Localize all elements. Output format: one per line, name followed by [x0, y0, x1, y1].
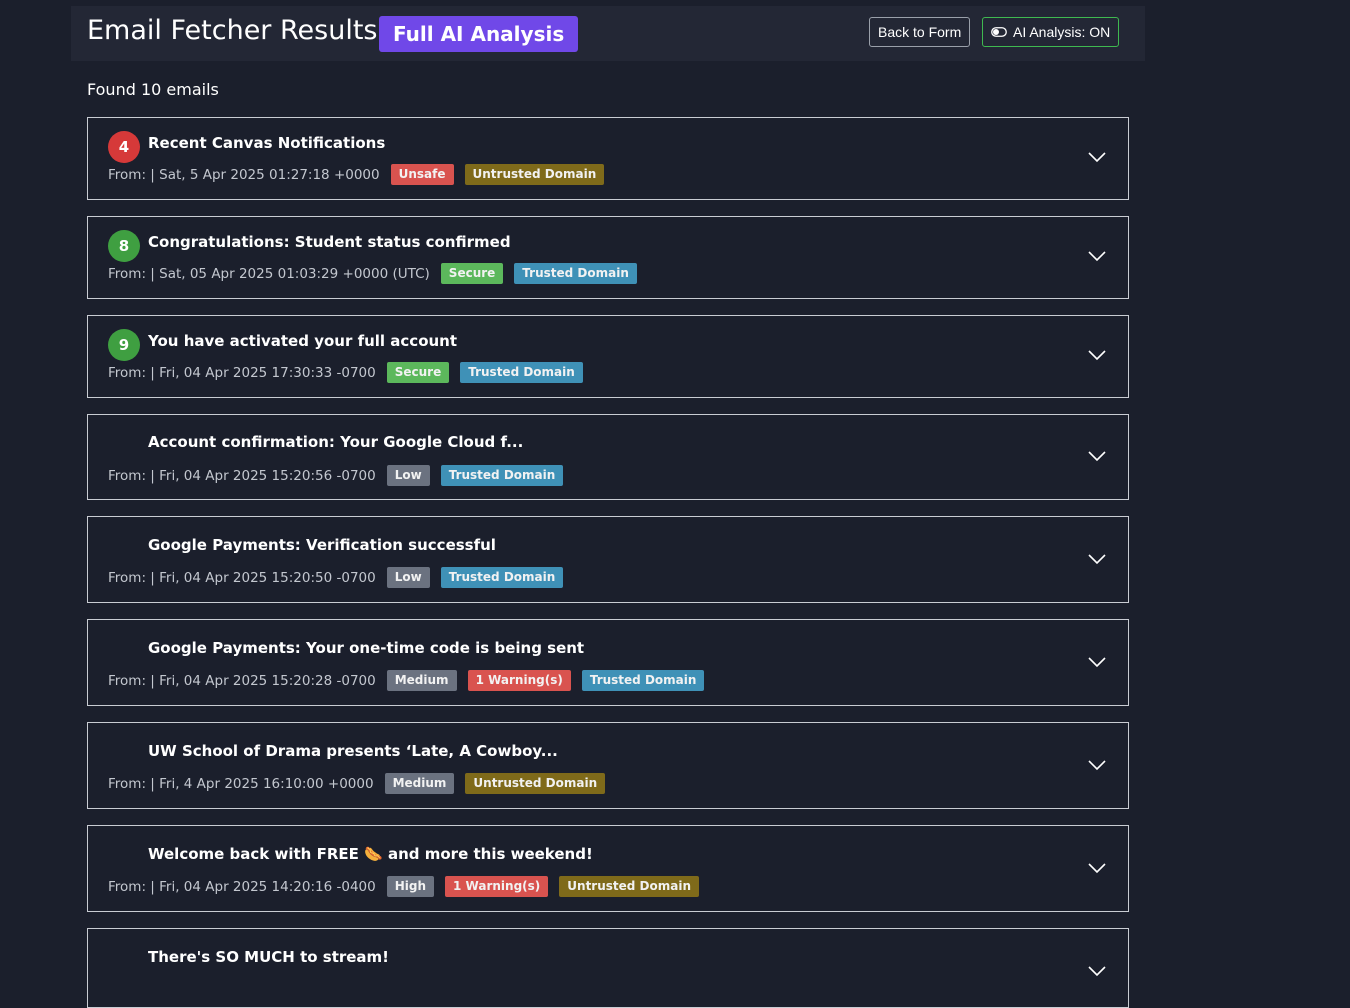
email-meta: From: | Fri, 04 Apr 2025 17:30:33 -0700 S… [108, 362, 583, 383]
status-badge: Low [386, 465, 430, 486]
email-card[interactable]: Welcome back with FREE 🌭 and more this w… [87, 825, 1129, 912]
email-from-date: From: | Fri, 04 Apr 2025 15:20:56 -0700 [108, 467, 376, 484]
email-subject: Congratulations: Student status confirme… [148, 233, 511, 251]
chevron-down-icon[interactable] [1088, 151, 1106, 163]
status-badge: Untrusted Domain [464, 164, 605, 185]
chevron-down-icon[interactable] [1088, 656, 1106, 668]
email-subject: Recent Canvas Notifications [148, 134, 386, 152]
status-badge: High [386, 876, 435, 897]
email-badges: Secure Trusted Domain [440, 263, 637, 284]
status-badge: Trusted Domain [440, 567, 564, 588]
email-card[interactable]: 9 You have activated your full account Fro… [87, 315, 1129, 398]
status-badge: Secure [386, 362, 450, 383]
back-to-form-button[interactable]: Back to Form [869, 17, 971, 47]
email-meta: From: | Fri, 04 Apr 2025 15:20:28 -0700 M… [108, 670, 705, 691]
email-subject: There's SO MUCH to stream! [148, 948, 390, 966]
email-subject: Account confirmation: Your Google Cloud … [148, 433, 524, 451]
email-badges: Unsafe Untrusted Domain [390, 164, 605, 185]
status-badge: Trusted Domain [581, 670, 705, 691]
chevron-down-icon[interactable] [1088, 250, 1106, 262]
status-badge: Trusted Domain [440, 465, 564, 486]
status-badge: Untrusted Domain [559, 876, 700, 897]
risk-score-badge: 8 [108, 230, 140, 262]
email-subject: UW School of Drama presents ‘Late, A Cow… [148, 742, 558, 760]
email-meta: From: | Fri, 04 Apr 2025 15:20:50 -0700 L… [108, 567, 564, 588]
chevron-down-icon[interactable] [1088, 965, 1106, 977]
email-subject: Google Payments: Verification successful [148, 536, 496, 554]
email-subject: Welcome back with FREE 🌭 and more this w… [148, 845, 593, 863]
email-card[interactable]: 4 Recent Canvas Notifications From: | Sat,… [87, 117, 1129, 200]
email-card[interactable]: 8 Congratulations: Student status confirm… [87, 216, 1129, 299]
email-count: Found 10 emails [87, 80, 219, 99]
email-badges: Medium 1 Warning(s) Trusted Domain [386, 670, 705, 691]
email-from-date: From: | Fri, 04 Apr 2025 17:30:33 -0700 [108, 364, 376, 381]
status-badge: Trusted Domain [460, 362, 583, 383]
status-badge: Low [386, 567, 430, 588]
email-card[interactable]: UW School of Drama presents ‘Late, A Cow… [87, 722, 1129, 809]
status-badge: 1 Warning(s) [467, 670, 571, 691]
status-badge: Untrusted Domain [465, 773, 606, 794]
email-from-date: From: | Sat, 5 Apr 2025 01:27:18 +0000 [108, 166, 380, 183]
email-meta: From: | Sat, 5 Apr 2025 01:27:18 +0000 Un… [108, 164, 605, 185]
email-from-date: From: | Sat, 05 Apr 2025 01:03:29 +0000 … [108, 265, 430, 282]
status-badge: Unsafe [390, 164, 454, 185]
status-badge: Medium [384, 773, 455, 794]
email-badges: Low Trusted Domain [386, 465, 564, 486]
status-badge: Trusted Domain [514, 263, 637, 284]
chevron-down-icon[interactable] [1088, 759, 1106, 771]
email-badges: Medium Untrusted Domain [384, 773, 606, 794]
page-title: Email Fetcher Results [87, 15, 378, 46]
email-badges: Secure Trusted Domain [386, 362, 583, 383]
ai-analysis-toggle[interactable]: AI Analysis: ON [982, 17, 1120, 47]
email-subject: Google Payments: Your one-time code is b… [148, 639, 585, 657]
email-meta: From: | Sat, 05 Apr 2025 01:03:29 +0000 … [108, 263, 637, 284]
email-meta: From: | Fri, 4 Apr 2025 16:10:00 +0000 Me… [108, 773, 606, 794]
email-from-date: From: | Fri, 4 Apr 2025 16:10:00 +0000 [108, 775, 374, 792]
email-card[interactable]: Account confirmation: Your Google Cloud … [87, 414, 1129, 500]
email-badges: Low Trusted Domain [386, 567, 564, 588]
email-meta: From: | Fri, 04 Apr 2025 15:20:56 -0700 L… [108, 465, 564, 486]
analysis-mode-badge: Full AI Analysis [379, 16, 579, 52]
email-from-date: From: | Fri, 04 Apr 2025 14:20:16 -0400 [108, 878, 376, 895]
chevron-down-icon[interactable] [1088, 450, 1106, 462]
email-card[interactable]: Google Payments: Verification successful… [87, 516, 1129, 603]
toggle-icon [991, 27, 1007, 37]
risk-score-badge: 9 [108, 329, 140, 361]
status-badge: Secure [440, 263, 504, 284]
ai-analysis-toggle-label: AI Analysis: ON [1013, 24, 1111, 40]
email-card[interactable]: There's SO MUCH to stream! [87, 928, 1129, 1008]
status-badge: Medium [386, 670, 457, 691]
email-meta: From: | Fri, 04 Apr 2025 14:20:16 -0400 H… [108, 876, 700, 897]
email-badges: High 1 Warning(s) Untrusted Domain [386, 876, 700, 897]
email-subject: You have activated your full account [148, 332, 458, 350]
email-card[interactable]: Google Payments: Your one-time code is b… [87, 619, 1129, 706]
results-header: Email Fetcher Results Full AI Analysis B… [71, 6, 1145, 61]
chevron-down-icon[interactable] [1088, 553, 1106, 565]
email-from-date: From: | Fri, 04 Apr 2025 15:20:50 -0700 [108, 569, 376, 586]
chevron-down-icon[interactable] [1088, 349, 1106, 361]
chevron-down-icon[interactable] [1088, 862, 1106, 874]
risk-score-badge: 4 [108, 131, 140, 163]
status-badge: 1 Warning(s) [445, 876, 549, 897]
email-from-date: From: | Fri, 04 Apr 2025 15:20:28 -0700 [108, 672, 376, 689]
